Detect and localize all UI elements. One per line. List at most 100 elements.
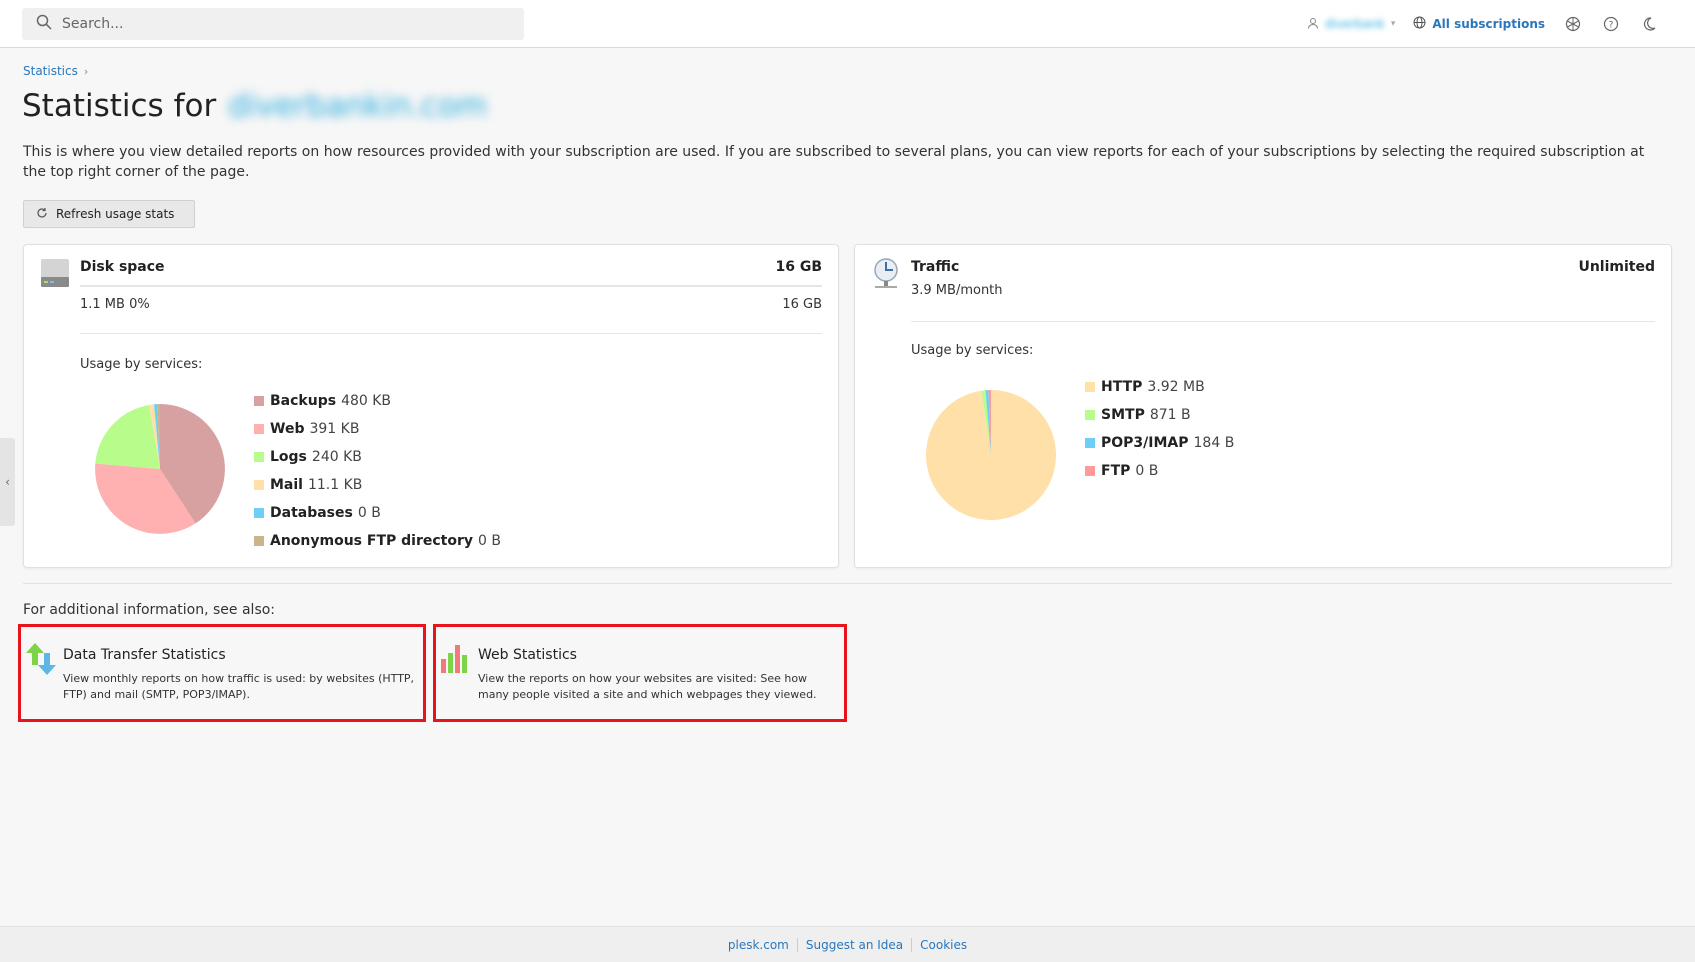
legend-swatch	[254, 396, 264, 406]
disk-pie-chart	[95, 404, 225, 534]
section-divider	[23, 583, 1672, 584]
footer-link-cookies[interactable]: Cookies	[912, 938, 975, 952]
subscriptions-selector[interactable]: All subscriptions	[1413, 16, 1545, 32]
disk-title: Disk space	[80, 259, 165, 275]
legend-name: Web	[270, 421, 305, 437]
plesk-icon[interactable]	[1563, 14, 1583, 34]
footer: plesk.com Suggest an Idea Cookies	[0, 926, 1695, 962]
legend-value: 0 B	[357, 505, 381, 521]
disk-usage-label: Usage by services:	[80, 357, 203, 372]
disk-usage-bar	[80, 285, 822, 287]
disk-total: 16 GB	[782, 297, 822, 312]
transfer-arrows-icon	[24, 641, 58, 681]
data-transfer-statistics-link[interactable]: Data Transfer Statistics View monthly re…	[18, 624, 426, 722]
disk-legend: Backups 480 KB Web 391 KB Logs 240 KB Mail 1…	[254, 387, 501, 555]
title-domain: diverbankin.com	[228, 88, 488, 124]
chevron-down-icon: ▾	[1390, 19, 1396, 29]
legend-swatch	[254, 424, 264, 434]
legend-item: Mail 11.1 KB	[254, 471, 501, 499]
dark-mode-icon[interactable]	[1639, 14, 1659, 34]
see-also-label: For additional information, see also:	[23, 602, 276, 618]
legend-name: FTP	[1101, 463, 1131, 479]
traffic-usage-label: Usage by services:	[911, 343, 1034, 358]
legend-value: 871 B	[1149, 407, 1191, 423]
bar-chart-icon	[439, 641, 473, 679]
pie-slice-logs	[95, 405, 160, 469]
help-icon[interactable]: ?	[1601, 14, 1621, 34]
hard-drive-icon	[40, 257, 70, 293]
user-name: diverbank	[1324, 17, 1385, 31]
legend-item: POP3/IMAP 184 B	[1085, 429, 1234, 457]
legend-value: 240 KB	[311, 449, 362, 465]
legend-name: Anonymous FTP directory	[270, 533, 473, 549]
link-title: Web Statistics	[478, 647, 577, 663]
legend-item: Web 391 KB	[254, 415, 501, 443]
web-statistics-link[interactable]: Web Statistics View the reports on how y…	[433, 624, 847, 722]
refresh-label: Refresh usage stats	[56, 207, 175, 221]
traffic-limit: Unlimited	[1578, 259, 1655, 275]
legend-item: Anonymous FTP directory 0 B	[254, 527, 501, 555]
traffic-clock-icon	[871, 257, 901, 295]
legend-name: POP3/IMAP	[1101, 435, 1189, 451]
divider	[80, 333, 822, 334]
traffic-used: 3.9 MB/month	[911, 283, 1003, 298]
chevron-left-icon: ‹	[5, 475, 10, 489]
footer-link-suggest[interactable]: Suggest an Idea	[798, 938, 911, 952]
search-icon	[36, 14, 52, 34]
legend-swatch	[1085, 438, 1095, 448]
legend-name: HTTP	[1101, 379, 1143, 395]
search-box[interactable]	[22, 8, 524, 40]
legend-name: Mail	[270, 477, 303, 493]
legend-value: 184 B	[1193, 435, 1235, 451]
disk-space-card: Disk space 16 GB 1.1 MB 0% 16 GB Usage b…	[23, 244, 839, 568]
link-description: View the reports on how your websites ar…	[478, 672, 817, 701]
traffic-card: Traffic Unlimited 3.9 MB/month Usage by …	[854, 244, 1672, 568]
user-menu[interactable]: diverbank ▾	[1307, 17, 1395, 32]
legend-item: Databases 0 B	[254, 499, 501, 527]
page-description: This is where you view detailed reports …	[23, 144, 1645, 180]
user-icon	[1307, 17, 1319, 32]
chevron-right-icon: ›	[83, 64, 89, 78]
legend-swatch	[1085, 466, 1095, 476]
disk-limit: 16 GB	[775, 259, 822, 275]
page-title: Statistics for diverbankin.com	[22, 88, 487, 124]
link-title: Data Transfer Statistics	[63, 647, 226, 663]
title-prefix: Statistics for	[22, 88, 217, 124]
legend-name: Logs	[270, 449, 307, 465]
legend-item: Logs 240 KB	[254, 443, 501, 471]
traffic-legend: HTTP 3.92 MB SMTP 871 B POP3/IMAP 184 B FTP…	[1085, 373, 1234, 485]
pie-slice-http	[926, 390, 1057, 520]
legend-swatch	[1085, 410, 1095, 420]
traffic-pie-chart	[926, 389, 1057, 520]
divider	[911, 321, 1655, 322]
legend-swatch	[254, 480, 264, 490]
legend-item: Backups 480 KB	[254, 387, 501, 415]
legend-value: 0 B	[1135, 463, 1159, 479]
legend-value: 480 KB	[341, 393, 392, 409]
legend-swatch	[1085, 382, 1095, 392]
legend-value: 3.92 MB	[1147, 379, 1205, 395]
legend-item: FTP 0 B	[1085, 457, 1234, 485]
legend-swatch	[254, 536, 264, 546]
sidebar-toggle[interactable]: ‹	[0, 438, 15, 526]
globe-icon	[1413, 16, 1426, 32]
footer-link-plesk[interactable]: plesk.com	[720, 938, 797, 952]
legend-name: SMTP	[1101, 407, 1145, 423]
legend-value: 391 KB	[309, 421, 360, 437]
legend-item: SMTP 871 B	[1085, 401, 1234, 429]
traffic-title: Traffic	[911, 259, 960, 275]
link-description: View monthly reports on how traffic is u…	[63, 672, 415, 701]
search-input[interactable]	[62, 16, 502, 32]
legend-swatch	[254, 452, 264, 462]
svg-text:?: ?	[1609, 21, 1614, 31]
legend-name: Databases	[270, 505, 353, 521]
legend-swatch	[254, 508, 264, 518]
legend-item: HTTP 3.92 MB	[1085, 373, 1234, 401]
top-bar: diverbank ▾ All subscriptions ?	[0, 0, 1695, 48]
refresh-usage-button[interactable]: Refresh usage stats	[23, 200, 196, 228]
legend-value: 0 B	[478, 533, 501, 549]
subscriptions-label: All subscriptions	[1432, 17, 1545, 31]
legend-value: 11.1 KB	[307, 477, 363, 493]
breadcrumb: Statistics ›	[23, 64, 88, 78]
breadcrumb-statistics[interactable]: Statistics	[23, 64, 78, 78]
